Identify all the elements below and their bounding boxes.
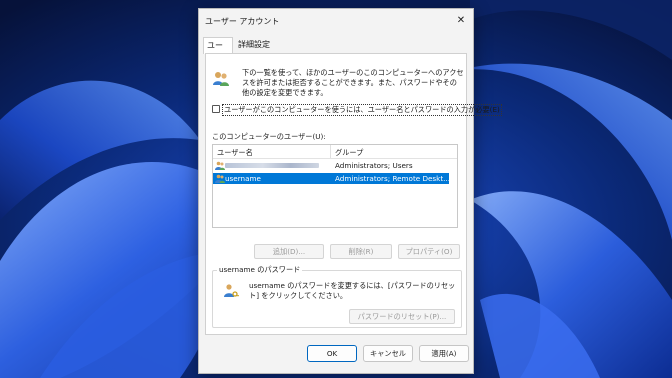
properties-button[interactable]: プロパティ(O) <box>398 244 460 259</box>
add-user-button[interactable]: 追加(D)... <box>254 244 324 259</box>
users-tab-panel: 下の一覧を使って、ほかのユーザーのこのコンピューターへのアクセスを許可または拒否… <box>205 53 502 335</box>
remove-user-button[interactable]: 削除(R) <box>330 244 392 259</box>
ok-button[interactable]: OK <box>307 345 357 362</box>
users-icon <box>213 72 229 86</box>
row-username: username <box>225 174 261 183</box>
blurred-username <box>225 163 319 168</box>
intro-text: 下の一覧を使って、ほかのユーザーのこのコンピューターへのアクセスを許可または拒否… <box>242 68 464 97</box>
window-title: ユーザー アカウント <box>205 17 280 26</box>
user-key-icon <box>224 284 239 297</box>
apply-button[interactable]: 適用(A) <box>419 345 469 362</box>
user-icon <box>215 161 225 170</box>
users-list-label: このコンピューターのユーザー(U): <box>212 132 326 141</box>
password-reset-text: username のパスワードを変更するには、[パスワードのリセット] をクリッ… <box>249 281 456 300</box>
require-login-checkbox[interactable] <box>212 105 220 113</box>
row-groups: Administrators; Remote Deskt... <box>335 174 450 183</box>
cancel-button[interactable]: キャンセル <box>363 345 413 362</box>
close-icon[interactable]: ✕ <box>453 13 469 29</box>
column-divider[interactable] <box>330 145 331 158</box>
list-header: ユーザー名 グループ <box>213 145 457 159</box>
users-list[interactable]: ユーザー名 グループ Administrators; Users usernam… <box>212 144 458 228</box>
tab-advanced[interactable]: 詳細設定 <box>235 37 275 53</box>
list-item[interactable]: Administrators; Users <box>213 160 449 171</box>
title-bar: ユーザー アカウント ✕ <box>199 9 473 33</box>
column-header-username[interactable]: ユーザー名 <box>217 148 253 158</box>
column-header-group[interactable]: グループ <box>335 148 363 158</box>
password-group-title: username のパスワード <box>217 265 303 275</box>
row-groups: Administrators; Users <box>335 161 413 170</box>
require-login-label[interactable]: ユーザーがこのコンピューターを使うには、ユーザー名とパスワードの入力が必要(E) <box>222 104 502 116</box>
password-group: username のパスワード username のパスワードを変更するには、[… <box>212 265 462 328</box>
list-item-selected[interactable]: username Administrators; Remote Deskt... <box>213 173 450 184</box>
require-login-option[interactable]: ユーザーがこのコンピューターを使うには、ユーザー名とパスワードの入力が必要(E) <box>212 104 502 116</box>
user-icon <box>215 174 225 183</box>
user-accounts-dialog: ユーザー アカウント ✕ ユーザー 詳細設定 下の一覧を使って、ほかのユーザーの… <box>198 8 502 374</box>
tab-users[interactable]: ユーザー <box>203 37 233 65</box>
reset-password-button[interactable]: パスワードのリセット(P)... <box>349 309 455 324</box>
